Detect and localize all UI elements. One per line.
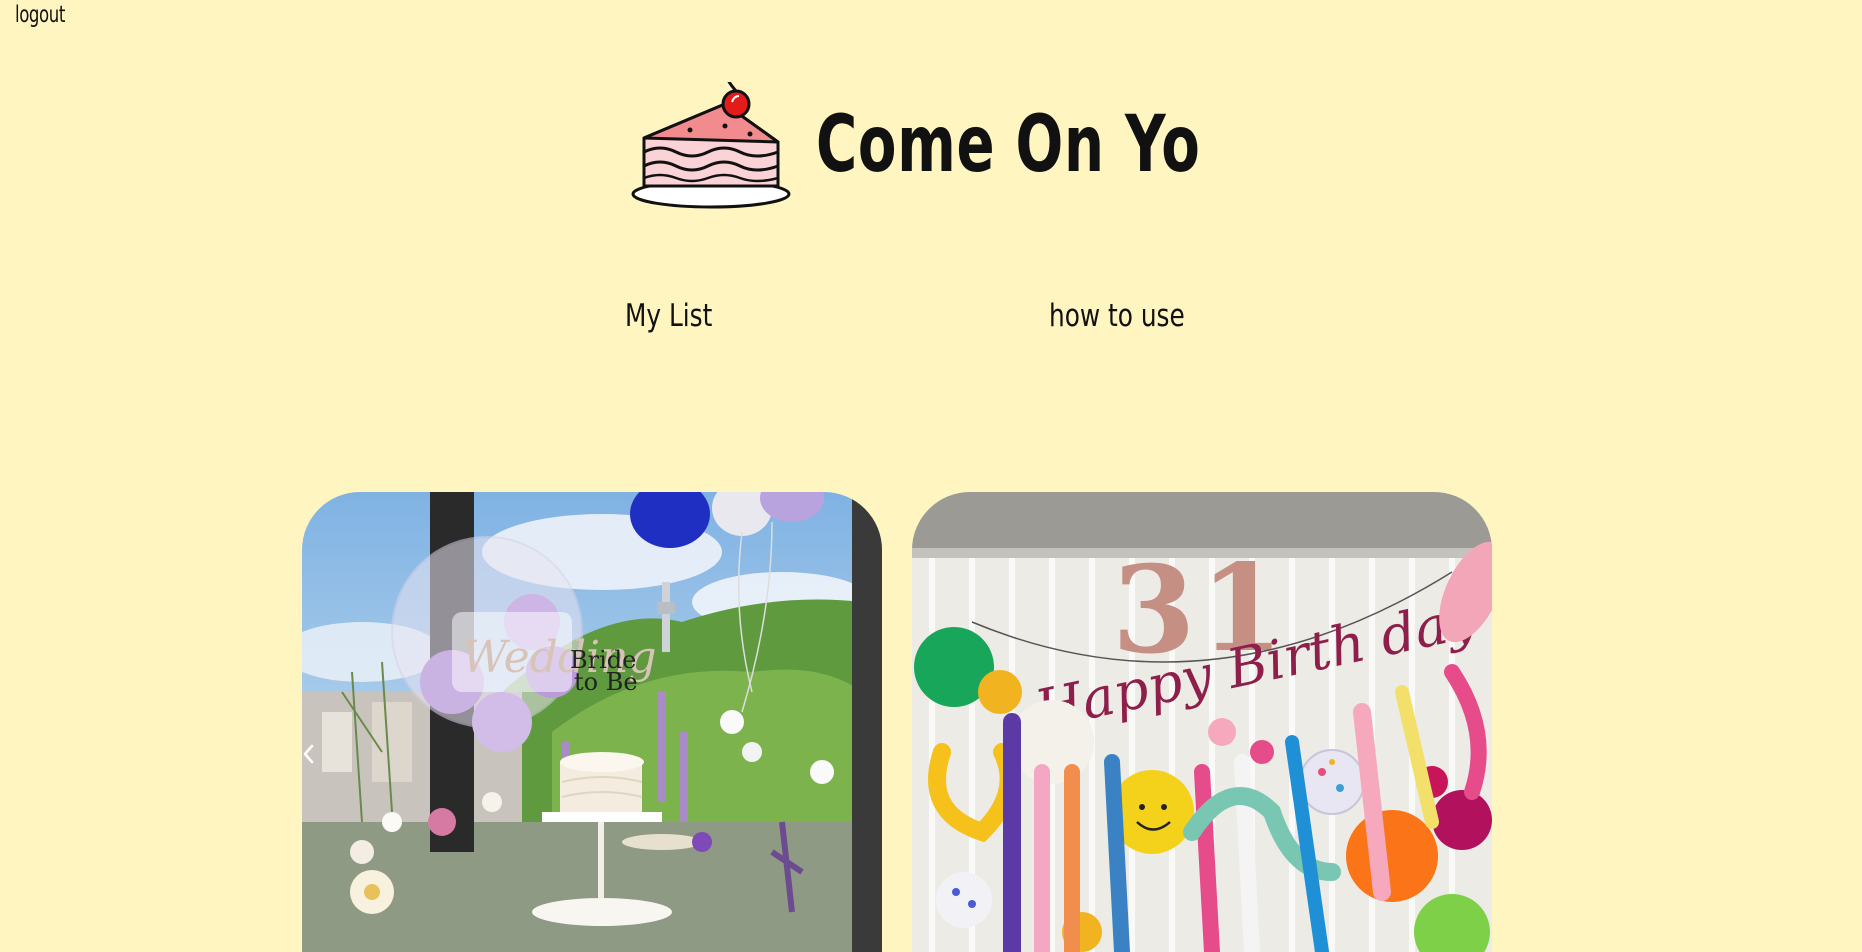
cake-slice-icon	[631, 82, 791, 209]
svg-text:to Be: to Be	[574, 668, 638, 696]
chevron-left-icon	[303, 744, 314, 764]
wedding-party-photo: Wedding Bride to Be	[302, 492, 882, 952]
gallery-card-birthday[interactable]: 3 1 Happy Birth day	[912, 492, 1492, 952]
nav-how-to-use[interactable]: how to use	[1049, 298, 1185, 334]
carousel-prev-arrow[interactable]	[301, 742, 315, 766]
brand-logo[interactable]: Come On Yo	[630, 82, 1200, 212]
gallery-card-wedding[interactable]: Wedding Bride to Be	[302, 492, 882, 952]
nav-my-list[interactable]: My List	[625, 298, 712, 334]
brand-title: Come On Yo	[816, 100, 1201, 190]
birthday-party-photo: 3 1 Happy Birth day	[912, 492, 1492, 952]
logout-link[interactable]: logout	[15, 2, 65, 28]
